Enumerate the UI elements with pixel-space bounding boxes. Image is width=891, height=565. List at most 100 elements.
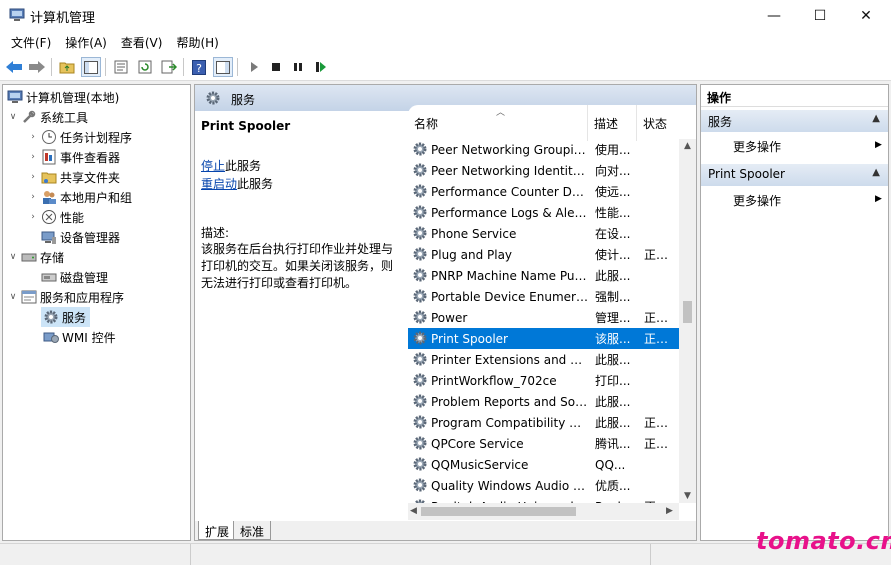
service-name: Power [431,310,468,325]
stop-service-icon[interactable] [266,57,286,77]
tree-item-system-tools[interactable]: ∨ 系统工具 [7,107,88,127]
service-description: 该服... [595,332,631,346]
more-actions-print-spooler[interactable]: 更多操作 [733,192,781,209]
tree-item-disk-management[interactable]: 磁盘管理 [27,267,108,287]
table-row[interactable]: Performance Counter DLL Host 使远... [408,181,679,202]
table-row[interactable]: Realtek Audio Universal ServiceRealt...正… [408,496,679,503]
menu-help[interactable]: 帮助(H) [169,31,225,53]
expand-arrow-icon[interactable]: › [27,212,39,222]
tree-item-performance[interactable]: › 性能 [27,207,84,227]
service-name: Plug and Play [431,247,513,262]
collapse-icon[interactable]: ▲ [872,113,880,124]
service-status: 正在... [644,332,678,346]
console-tree: 计算机管理(本地) ∨ 系统工具 › 任务计划程序 › 事件查看器 › 共享文件… [2,84,191,541]
column-header-name[interactable]: 名称 [408,105,588,141]
tree-item-services-applications[interactable]: ∨ 服务和应用程序 [7,287,124,307]
more-actions-services[interactable]: 更多操作 [733,138,781,155]
horizontal-scrollbar[interactable]: ◀ ▶ [408,503,679,520]
actions-section-services[interactable]: 服务 ▲ [701,110,888,132]
service-status: 正在... [644,416,678,430]
show-tree-icon[interactable] [81,57,101,77]
refresh-icon[interactable] [135,57,155,77]
expand-arrow-icon[interactable]: › [27,132,39,142]
service-name: Problem Reports and Solutions Control Pa… [431,394,588,409]
gear-icon [413,310,427,324]
collapse-icon[interactable]: ▲ [872,167,880,178]
expand-arrow-icon[interactable]: › [27,192,39,202]
table-row[interactable]: PrintWorkflow_702ce 打印... [408,370,679,391]
table-row[interactable]: Quality Windows Audio Video Experience 优质… [408,475,679,496]
maximize-button[interactable]: ☐ [797,0,843,31]
table-row[interactable]: QPCore Service 腾讯... 正在... [408,433,679,454]
column-header-status[interactable]: 状态 [637,105,679,141]
table-row[interactable]: Peer Networking Identity Manager 向对... [408,160,679,181]
expand-arrow-icon[interactable]: ∨ [7,292,19,302]
tree-item-shared-folders[interactable]: › 共享文件夹 [27,167,120,187]
watermark: tomato.cm [756,527,891,555]
service-description: 向对... [595,164,631,178]
svg-text:?: ? [196,62,202,75]
computer-icon [7,90,23,103]
back-arrow-icon[interactable] [4,57,24,77]
menu-view[interactable]: 查看(V) [114,31,170,53]
tree-item-local-users-groups[interactable]: › 本地用户和组 [27,187,132,207]
menu-file[interactable]: 文件(F) [4,31,58,53]
scroll-down-icon[interactable]: ▼ [679,491,696,501]
scroll-right-icon[interactable]: ▶ [666,506,673,516]
restart-service-icon[interactable] [311,57,331,77]
menu-action[interactable]: 操作(A) [58,31,114,53]
gear-icon [413,457,427,471]
actions-section-print-spooler[interactable]: Print Spooler ▲ [701,164,888,186]
table-row[interactable]: Problem Reports and Solutions Control Pa… [408,391,679,412]
table-row[interactable]: Portable Device Enumerator Service 强制... [408,286,679,307]
forward-arrow-icon[interactable] [27,57,47,77]
tree-item-device-manager[interactable]: 设备管理器 [27,227,120,247]
expand-arrow-icon[interactable]: › [27,172,39,182]
submenu-arrow-icon[interactable]: ▶ [875,194,882,204]
table-row[interactable]: Phone Service 在设... [408,223,679,244]
tab-standard[interactable]: 标准 [233,521,272,540]
submenu-arrow-icon[interactable]: ▶ [875,140,882,150]
stop-service-link[interactable]: 停止 [201,159,225,173]
service-name: Program Compatibility Assistant Service [431,415,588,430]
table-row[interactable]: Printer Extensions and Notifications 此服..… [408,349,679,370]
table-row[interactable]: Plug and Play 使计... 正在... [408,244,679,265]
pause-service-icon[interactable] [288,57,308,77]
start-service-icon[interactable] [244,57,264,77]
tree-item-wmi-control[interactable]: WMI 控件 [41,327,116,347]
close-button[interactable]: ✕ [843,0,889,31]
export-list-icon[interactable] [159,57,179,77]
tree-item-computer-management[interactable]: 计算机管理(本地) [5,87,119,107]
table-row[interactable]: Print Spooler 该服... 正在... [408,328,679,349]
scroll-up-icon[interactable]: ▲ [679,141,696,151]
minimize-button[interactable]: — [751,0,797,31]
up-folder-icon[interactable] [57,57,77,77]
help-icon[interactable]: ? [189,57,209,77]
table-row[interactable]: Peer Networking Grouping 使用... [408,139,679,160]
tree-item-task-scheduler[interactable]: › 任务计划程序 [27,127,132,147]
vertical-scroll-thumb[interactable] [683,301,692,323]
scroll-left-icon[interactable]: ◀ [410,506,417,516]
expand-arrow-icon[interactable]: ∨ [7,112,19,122]
table-row[interactable]: Performance Logs & Alerts 性能... [408,202,679,223]
expand-arrow-icon[interactable]: ∨ [7,252,19,262]
tree-item-event-viewer[interactable]: › 事件查看器 [27,147,120,167]
service-description: 使远... [595,185,631,199]
tree-item-services[interactable]: 服务 [41,307,91,327]
tab-extended[interactable]: 扩展 [198,521,237,540]
vertical-scrollbar[interactable]: ▲ ▼ [679,139,696,503]
expand-arrow-icon[interactable]: › [27,152,39,162]
properties-icon[interactable] [111,57,131,77]
table-row[interactable]: Program Compatibility Assistant Service 此… [408,412,679,433]
column-header-description[interactable]: 描述 [588,105,637,141]
show-action-pane-icon[interactable] [213,57,233,77]
service-description: 优质... [595,479,631,493]
horizontal-scroll-thumb[interactable] [421,507,576,516]
gear-icon [413,268,427,282]
table-row[interactable]: QQMusicService QQ... [408,454,679,475]
restart-service-link[interactable]: 重启动 [201,177,237,191]
table-row[interactable]: Power 管理... 正在... [408,307,679,328]
table-row[interactable]: PNRP Machine Name Publication Service 此服.… [408,265,679,286]
service-description: QQ... [595,457,626,472]
tree-item-storage[interactable]: ∨ 存储 [7,247,64,267]
